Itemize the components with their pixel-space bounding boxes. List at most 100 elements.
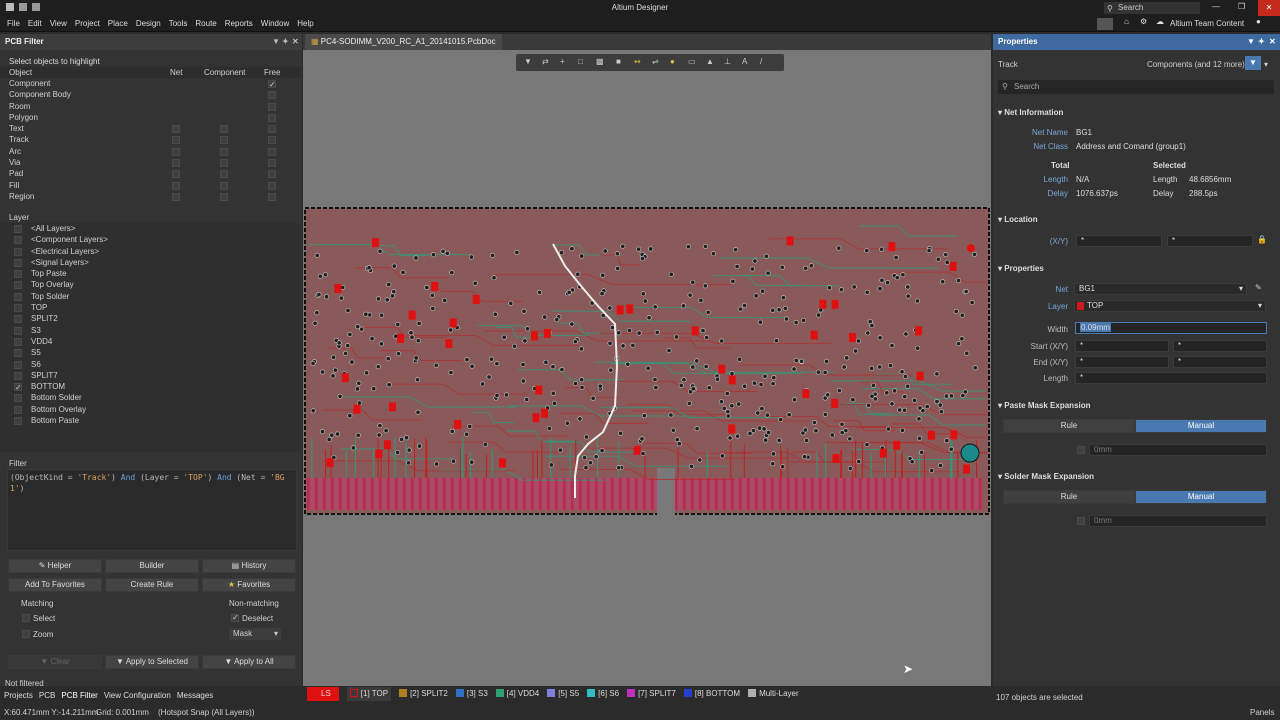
- edit-icon[interactable]: ✎: [1255, 283, 1262, 292]
- menu-view[interactable]: View: [46, 16, 71, 32]
- panels-button[interactable]: Panels: [1250, 708, 1274, 717]
- layer-tab[interactable]: [4] VDD4: [495, 687, 539, 701]
- maximize-button[interactable]: ❐: [1238, 2, 1245, 11]
- menu-route[interactable]: Route: [191, 16, 220, 32]
- panel-tab-pcb[interactable]: PCB: [39, 689, 55, 703]
- free-checkbox[interactable]: [268, 136, 276, 145]
- component-checkbox[interactable]: [220, 125, 228, 134]
- net-checkbox[interactable]: [172, 159, 180, 168]
- net-dropdown[interactable]: BG1 ▾: [1074, 283, 1247, 295]
- layer-row[interactable]: S6: [0, 359, 302, 370]
- team-content-label[interactable]: Altium Team Content: [1170, 16, 1244, 32]
- layer-checkbox[interactable]: [14, 236, 22, 245]
- layer-checkbox[interactable]: [14, 394, 22, 403]
- start-x-field[interactable]: *: [1075, 340, 1169, 352]
- deselect-checkbox[interactable]: [231, 613, 239, 622]
- component-icon[interactable]: ■: [616, 57, 621, 66]
- layer-checkbox[interactable]: [14, 371, 22, 380]
- chevron-down-icon[interactable]: ▾: [1264, 60, 1268, 69]
- layer-tab[interactable]: [1] TOP: [346, 687, 392, 701]
- diff-pair-icon[interactable]: ⇌: [652, 57, 659, 66]
- layer-tab[interactable]: [6] S6: [587, 687, 619, 701]
- component-checkbox[interactable]: [220, 159, 228, 168]
- user-icon[interactable]: ●: [1256, 17, 1261, 26]
- select-icon[interactable]: □: [578, 57, 583, 66]
- free-checkbox[interactable]: [268, 181, 276, 190]
- layer-checkbox[interactable]: [14, 337, 22, 346]
- menu-tools[interactable]: Tools: [165, 16, 192, 32]
- panel-tab-pcb-filter[interactable]: PCB Filter: [61, 689, 97, 703]
- menu-reports[interactable]: Reports: [221, 16, 257, 32]
- add-to-favorites-button[interactable]: Add To Favorites: [8, 578, 102, 592]
- free-checkbox[interactable]: [268, 192, 276, 201]
- layer-checkbox[interactable]: [14, 382, 22, 393]
- via-icon[interactable]: ●: [670, 57, 675, 66]
- layer-row[interactable]: TOP: [0, 302, 302, 313]
- menu-help[interactable]: Help: [293, 16, 317, 32]
- layer-tab[interactable]: LS: [307, 687, 339, 701]
- net-checkbox[interactable]: [172, 147, 180, 156]
- layer-row[interactable]: SPLIT7: [0, 370, 302, 381]
- doc-tab[interactable]: ▦ PC4-SODIMM_V200_RC_A1_20141015.PcbDoc: [305, 34, 502, 50]
- start-y-field[interactable]: *: [1173, 340, 1267, 352]
- solder-manual-button[interactable]: Manual: [1135, 490, 1267, 504]
- panel-menu-icon[interactable]: ▼: [272, 34, 280, 50]
- menu-place[interactable]: Place: [104, 16, 132, 32]
- layer-row[interactable]: S5: [0, 347, 302, 358]
- location-section[interactable]: ▾ Location: [998, 215, 1038, 224]
- menu-window[interactable]: Window: [257, 16, 293, 32]
- layer-row[interactable]: Bottom Overlay: [0, 404, 302, 415]
- helper-button[interactable]: ✎ Helper: [8, 559, 102, 573]
- layer-row[interactable]: <Electrical Layers>: [0, 246, 302, 257]
- settings-icon[interactable]: ⚙: [1140, 17, 1147, 26]
- layer-tab[interactable]: [3] S3: [455, 687, 488, 701]
- component-checkbox[interactable]: [220, 136, 228, 145]
- pin-icon[interactable]: ✦: [282, 34, 289, 50]
- net-checkbox[interactable]: [172, 136, 180, 145]
- home-icon[interactable]: ⌂: [1124, 17, 1129, 26]
- layer-checkbox[interactable]: [14, 270, 22, 279]
- layer-checkbox[interactable]: [14, 292, 22, 301]
- layer-checkbox[interactable]: [14, 315, 22, 324]
- plus-icon[interactable]: +: [560, 57, 565, 66]
- net-checkbox[interactable]: [172, 192, 180, 201]
- string-icon[interactable]: A: [742, 57, 747, 66]
- layer-checkbox[interactable]: [14, 360, 22, 369]
- keepout-icon[interactable]: ▲: [706, 57, 714, 66]
- panel-tab-view-configuration[interactable]: View Configuration: [104, 689, 171, 703]
- layer-row[interactable]: VDD4: [0, 336, 302, 347]
- paste-expansion-checkbox[interactable]: [1077, 446, 1085, 454]
- free-checkbox[interactable]: [268, 102, 276, 111]
- panel-tab-projects[interactable]: Projects: [4, 689, 33, 703]
- search-box[interactable]: ⚲ Search: [1104, 2, 1200, 14]
- pcb-document-area[interactable]: ▦ PC4-SODIMM_V200_RC_A1_20141015.PcbDoc …: [303, 34, 991, 686]
- menu-project[interactable]: Project: [71, 16, 104, 32]
- layer-row[interactable]: <Component Layers>: [0, 234, 302, 245]
- free-checkbox[interactable]: [268, 159, 276, 168]
- panel-tab-messages[interactable]: Messages: [177, 689, 213, 703]
- component-checkbox[interactable]: [220, 170, 228, 179]
- width-field[interactable]: 0.09mm: [1075, 322, 1267, 334]
- layer-checkbox[interactable]: [14, 281, 22, 290]
- layer-checkbox[interactable]: [14, 405, 22, 414]
- layer-row[interactable]: <Signal Layers>: [0, 257, 302, 268]
- location-y-field[interactable]: *: [1167, 235, 1253, 247]
- solder-expansion-checkbox[interactable]: [1077, 517, 1085, 525]
- menu-edit[interactable]: Edit: [24, 16, 46, 32]
- apply-to-all-button[interactable]: ▼ Apply to All: [202, 655, 296, 669]
- layer-row[interactable]: Bottom Paste: [0, 415, 302, 426]
- polygon-icon[interactable]: ▭: [688, 57, 696, 66]
- net-information-section[interactable]: ▾ Net Information: [998, 108, 1063, 117]
- close-button[interactable]: ✕: [1258, 0, 1280, 16]
- layer-checkbox[interactable]: [14, 258, 22, 267]
- filter-icon[interactable]: ▼: [524, 57, 532, 66]
- net-checkbox[interactable]: [172, 170, 180, 179]
- free-checkbox[interactable]: [268, 79, 276, 90]
- interactive-route-icon[interactable]: ↭: [634, 57, 641, 66]
- apply-to-selected-button[interactable]: ▼ Apply to Selected: [105, 655, 199, 669]
- filter-expression-editor[interactable]: (ObjectKind = 'Track') And (Layer = 'TOP…: [7, 469, 297, 551]
- layer-checkbox[interactable]: [14, 417, 22, 426]
- layer-checkbox[interactable]: [14, 247, 22, 256]
- minimize-button[interactable]: —: [1212, 2, 1220, 11]
- clear-button[interactable]: ▼ Clear: [8, 655, 102, 669]
